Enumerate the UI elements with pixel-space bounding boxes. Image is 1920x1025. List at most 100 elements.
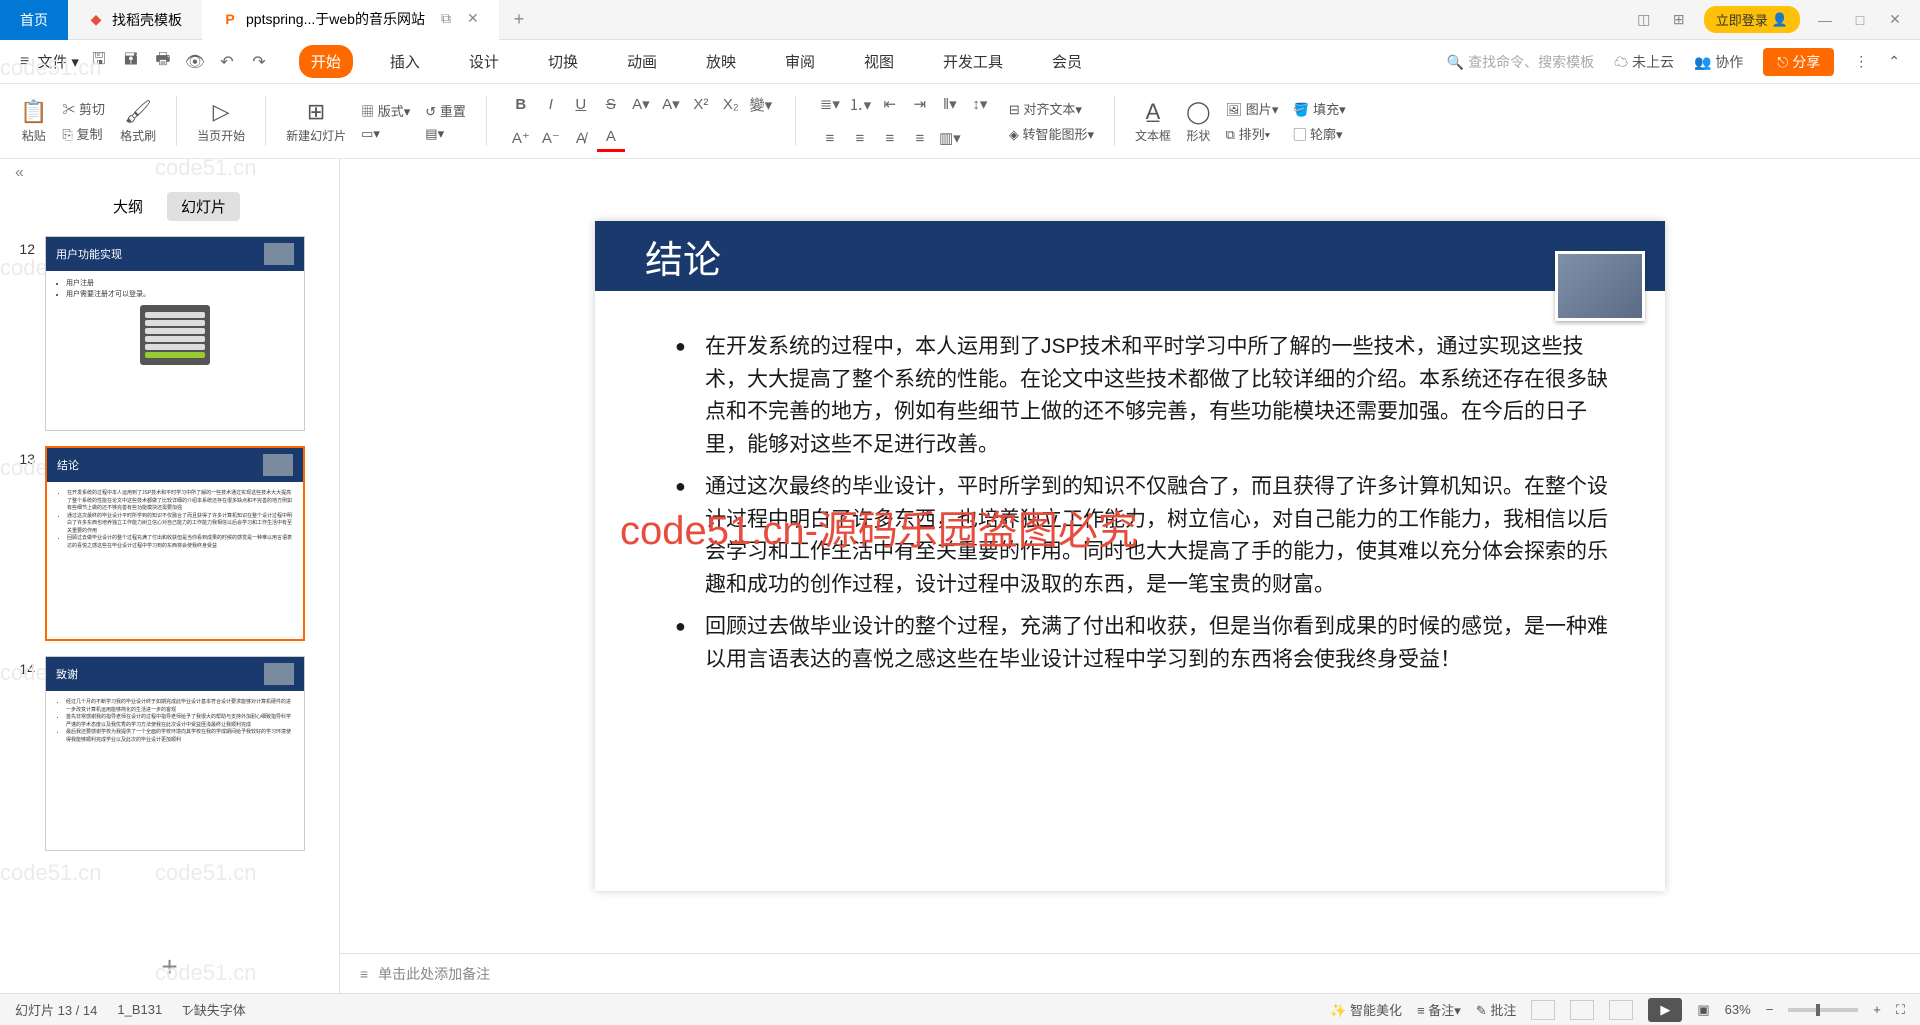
layout1-icon[interactable]: ◫ — [1634, 11, 1654, 28]
tab-review[interactable]: 审阅 — [773, 45, 827, 78]
aligntext-button[interactable]: ⊟ 对齐文本▾ — [1009, 99, 1094, 118]
textbox-button[interactable]: A̲文本框 — [1135, 99, 1171, 144]
bold-button[interactable]: B — [507, 90, 535, 118]
notes-placeholder[interactable]: 单击此处添加备注 — [378, 964, 490, 984]
undo-icon[interactable]: ↶ — [215, 50, 239, 74]
fullscreen-button[interactable]: ⛶ — [1896, 1002, 1905, 1018]
shape-button[interactable]: ◯形状 — [1186, 99, 1211, 144]
tab-template[interactable]: ◆找稻壳模板 — [68, 0, 202, 40]
normal-view-button[interactable] — [1531, 1000, 1555, 1020]
beautify-button[interactable]: ✨ 智能美化 — [1330, 1000, 1402, 1019]
file-menu[interactable]: 文件 ▾ — [37, 51, 79, 72]
slides-tab[interactable]: 幻灯片 — [167, 192, 240, 221]
redo-icon[interactable]: ↷ — [247, 50, 271, 74]
tab-member[interactable]: 会员 — [1040, 45, 1094, 78]
textdir-button[interactable]: ↕▾ — [966, 90, 994, 118]
slideshow-button[interactable]: ▶ — [1648, 998, 1682, 1022]
formatpainter-button[interactable]: 🖌格式刷 — [120, 99, 156, 144]
tab-insert[interactable]: 插入 — [378, 45, 432, 78]
tab-animation[interactable]: 动画 — [615, 45, 669, 78]
search-command[interactable]: 🔍 查找命令、搜索模板 — [1447, 52, 1594, 72]
tab-start[interactable]: 开始 — [299, 45, 353, 78]
save-icon[interactable]: 🖫 — [87, 50, 111, 74]
smartimg-button[interactable]: ◈ 转智能图形▾ — [1009, 124, 1094, 143]
sub-button[interactable]: X₂ — [717, 90, 745, 118]
tab-slideshow[interactable]: 放映 — [694, 45, 748, 78]
zoom-in-button[interactable]: + — [1873, 1002, 1881, 1017]
slide-title[interactable]: 结论 — [645, 229, 721, 284]
share-button[interactable]: ⎋ 分享 — [1763, 48, 1834, 76]
tab-devtools[interactable]: 开发工具 — [931, 45, 1015, 78]
collapse-panel-icon[interactable]: « — [0, 159, 339, 187]
fontinc-button[interactable]: A⁺ — [507, 124, 535, 152]
thumbnails[interactable]: 12 用户功能实现 用户注册用户需要注册才可以登录。 13 结论 在开发系统的过… — [0, 231, 339, 941]
cloud-status[interactable]: ☁ 未上云 — [1614, 52, 1674, 72]
highlight-button[interactable]: A▾ — [657, 90, 685, 118]
login-button[interactable]: 立即登录👤 — [1704, 6, 1800, 33]
fontcase-button[interactable]: A▾ — [627, 90, 655, 118]
bullet-1[interactable]: 在开发系统的过程中，本人运用到了JSP技术和平时学习中所了解的一些技术，通过实现… — [675, 331, 1615, 461]
zoom-slider[interactable] — [1788, 1008, 1858, 1012]
super-button[interactable]: X² — [687, 90, 715, 118]
align-left-button[interactable]: ≡ — [816, 124, 844, 152]
more-icon[interactable]: ⋮ — [1854, 53, 1868, 70]
collapse-ribbon-icon[interactable]: ⌃ — [1888, 53, 1900, 70]
slide-image[interactable] — [1555, 251, 1645, 321]
coop-button[interactable]: 👥 协作 — [1694, 52, 1743, 72]
bullet-3[interactable]: 回顾过去做毕业设计的整个过程，充满了付出和收获，但是当你看到成果的时候的感觉，是… — [675, 611, 1615, 676]
align-justify-button[interactable]: ≡ — [906, 124, 934, 152]
preview-icon[interactable]: 👁 — [183, 50, 207, 74]
saveas-icon[interactable]: 🖬 — [119, 50, 143, 74]
minimize-icon[interactable]: — — [1815, 12, 1835, 28]
tab-transition[interactable]: 切换 — [536, 45, 590, 78]
comments-toggle[interactable]: ✎ 批注 — [1476, 1000, 1517, 1019]
newslide-button[interactable]: ⊞新建幻灯片 — [286, 99, 346, 144]
fontdec-button[interactable]: A⁻ — [537, 124, 565, 152]
columns-button[interactable]: ▥▾ — [936, 124, 964, 152]
zoom-out-button[interactable]: − — [1766, 1002, 1774, 1017]
menu-burger-icon[interactable]: ≡ — [20, 53, 29, 71]
tab-home[interactable]: 首页 — [0, 0, 68, 40]
zoom-level[interactable]: 63% — [1725, 1002, 1751, 1017]
add-slide-button[interactable]: + — [0, 941, 339, 993]
numbers-button[interactable]: ⒈▾ — [846, 90, 874, 118]
linespace-button[interactable]: ‖▾ — [936, 90, 964, 118]
thumb-12[interactable]: 用户功能实现 用户注册用户需要注册才可以登录。 — [45, 236, 305, 431]
fontfx-button[interactable]: 變▾ — [747, 90, 775, 118]
clearfmt-button[interactable]: A̸ — [567, 124, 595, 152]
print-icon[interactable]: 🖶 — [151, 50, 175, 74]
curpage-button[interactable]: ▷当页开始 — [197, 99, 245, 144]
section-button[interactable]: ▭▾ — [361, 126, 410, 142]
copy-button[interactable]: ⎘ 复制 — [62, 124, 105, 143]
canvas[interactable]: 结论 在开发系统的过程中，本人运用到了JSP技术和平时学习中所了解的一些技术，通… — [340, 159, 1920, 953]
indent-inc-button[interactable]: ⇥ — [906, 90, 934, 118]
strike-button[interactable]: S — [597, 90, 625, 118]
layout-button[interactable]: ▦ 版式▾ — [361, 101, 410, 120]
fontcolor-button[interactable]: A — [597, 124, 625, 152]
underline-button[interactable]: U — [567, 90, 595, 118]
arrange-button[interactable]: ⧉ 排列▾ — [1226, 124, 1279, 143]
reset-button[interactable]: ↺ 重置 — [425, 101, 466, 120]
bullet-2[interactable]: 通过这次最终的毕业设计，平时所学到的知识不仅融合了，而且获得了许多计算机知识。在… — [675, 471, 1615, 601]
catalog-button[interactable]: ▤▾ — [425, 126, 466, 142]
sorter-view-button[interactable] — [1570, 1000, 1594, 1020]
paste-button[interactable]: 📋粘贴 — [20, 99, 47, 144]
bullets-button[interactable]: ≣▾ — [816, 90, 844, 118]
close-tab-icon[interactable]: ✕ — [467, 10, 479, 27]
slide-body[interactable]: 在开发系统的过程中，本人运用到了JSP技术和平时学习中所了解的一些技术，通过实现… — [595, 291, 1665, 706]
notes-bar[interactable]: ≡ 单击此处添加备注 — [340, 953, 1920, 993]
tab-external-icon[interactable]: ⧉ — [441, 10, 451, 27]
tab-view[interactable]: 视图 — [852, 45, 906, 78]
fit-button[interactable]: ▣ — [1697, 1002, 1709, 1018]
cut-button[interactable]: ✂ 剪切 — [62, 99, 105, 118]
thumb-13[interactable]: 结论 在开发系统的过程中本人运用到了JSP技术和平时学习中所了解的一些技术通过实… — [45, 446, 305, 641]
italic-button[interactable]: I — [537, 90, 565, 118]
new-tab-button[interactable]: + — [499, 9, 540, 30]
tab-design[interactable]: 设计 — [457, 45, 511, 78]
notes-toggle[interactable]: ≡ 备注▾ — [1417, 1000, 1461, 1019]
maximize-icon[interactable]: □ — [1850, 12, 1870, 28]
outline-tab[interactable]: 大纲 — [99, 192, 157, 221]
close-window-icon[interactable]: ✕ — [1885, 11, 1905, 28]
align-right-button[interactable]: ≡ — [876, 124, 904, 152]
align-center-button[interactable]: ≡ — [846, 124, 874, 152]
